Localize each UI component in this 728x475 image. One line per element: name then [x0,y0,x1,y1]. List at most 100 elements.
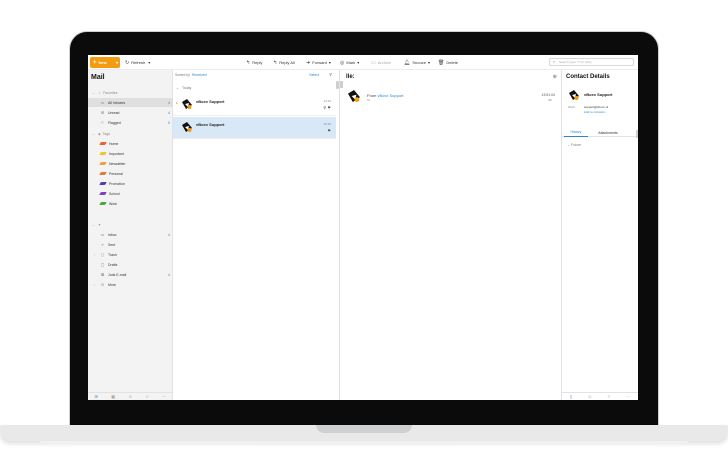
sidebar-footer: ✉ ▦ ☺ ✓ ⋯ [88,392,173,400]
chevron-down-icon: ⌄ [92,91,95,95]
sidebar-item-flagged[interactable]: ⚐ Flagged 0 [88,118,173,127]
calendar-icon[interactable]: ▦ [111,394,115,399]
archive-icon: ▭ [371,59,376,66]
send-icon: ➢ [100,242,105,247]
message-list: Sorted by Received Select ⊽ ⌄ Today ▸ vB… [173,70,340,400]
contact-title: Contact Details [566,74,610,80]
reading-pane: lle: ⊕ From vBoxx Support To 13:51:04 8K [340,70,562,400]
sidebar-title: Mail [91,74,105,81]
refresh-button[interactable]: ↻ Refresh ▾ [125,59,150,66]
chevron-down-icon[interactable]: ▾ [329,60,331,65]
unread-count: 4 [168,272,170,277]
future-section[interactable]: ⌄ Future [567,143,581,147]
reply-icon: ↰ [246,59,251,66]
search-icon: ⌕ [553,59,556,64]
chevron-down-icon: ⌄ [567,143,570,147]
tags-section[interactable]: ⌄ ◈ Tags [92,132,110,136]
group-label: Today [181,86,192,90]
favorites-section[interactable]: ⌄ ☆ Favorites [92,91,117,95]
forward-icon: ➜ [306,59,311,66]
search-input[interactable]: ⌕ Search (type '?' for help) [549,58,634,66]
list-item[interactable]: vBoxx Support 13:20 ⚑ [173,117,336,139]
mail-icon[interactable]: ✉ [95,394,98,399]
sidebar-item-unread[interactable]: ✉ Unread 4 [88,108,173,117]
sidebar-item-tag-newsletter[interactable]: Newsletter [88,159,173,168]
account-section[interactable]: ⌄ ✦ [92,223,101,227]
chevron-down-icon[interactable]: ▾ [428,60,430,65]
inbox-icon: ▭ [100,232,105,237]
sidebar-item-label: Sent [108,242,116,247]
sidebar-item-tag-important[interactable]: Important [88,149,173,158]
sender-link[interactable]: vBoxx Support [377,93,403,98]
list-item[interactable]: ▸ vBoxx Support 14:10 ⚲ ⚑ [173,94,336,116]
delete-button[interactable]: 🗑︎ Delete [438,59,458,66]
search-placeholder: Search (type '?' for help) [559,60,592,64]
product-shot: + New ▾ ↻ Refresh ▾ ↰ Reply ↰ Reply All … [0,0,728,475]
sidebar-item-tag-school[interactable]: School [88,189,173,198]
reply-button[interactable]: ↰ Reply [246,59,262,66]
tasks-icon[interactable]: ✓ [146,394,149,399]
forward-label: Forward [312,60,327,65]
tag-color-icon [99,202,107,205]
chevron-down-icon[interactable]: ▾ [148,60,150,65]
snooze-button[interactable]: 🔔︎ Snooze ▾ [404,59,430,66]
tab-history[interactable]: History [564,128,588,137]
forward-button[interactable]: ➜ Forward ▾ [306,59,331,66]
group-header-today[interactable]: ⌄ Today [173,84,340,92]
chevron-down-icon[interactable]: ▾ [116,60,118,65]
reply-all-button[interactable]: ↰ Reply All [273,59,295,66]
contact-email[interactable]: support@vboxx.nl [584,105,608,109]
more-dots-icon[interactable]: ⋯ [162,394,166,399]
sidebar-item-all-inboxes[interactable]: ▭ All Inboxes 4 [88,98,173,107]
action-icon[interactable]: ⊕ [553,74,557,80]
favorites-label: Favorites [103,91,118,95]
pin-icon: ⚑ [327,128,331,133]
reply-all-icon: ↰ [273,59,278,66]
trash-icon: 🗑︎ [438,59,445,66]
sidebar-item-sent[interactable]: ➢ Sent [88,240,173,249]
envelope-icon: ✉ [100,110,105,115]
sidebar-item-label: Newsletter [109,161,126,166]
contacts-icon[interactable]: ☺ [128,394,132,399]
sidebar-item-tag-promotion[interactable]: Promotion [88,179,173,188]
add-to-contacts-link[interactable]: Add to contacts... [584,110,607,114]
tag-icon: ◈ [97,132,101,136]
sidebar-item-drafts[interactable]: ▢ Drafts [88,260,173,269]
future-label: Future [570,143,582,147]
contact-card-icon[interactable]: ▯ [570,394,572,399]
chevron-down-icon[interactable]: ▾ [357,60,359,65]
tag-icon[interactable]: ◇ [588,394,591,399]
mark-button[interactable]: ◎ Mark ▾ [340,59,359,66]
tag-color-icon [99,192,107,195]
filter-icon[interactable]: ⊽ [329,72,332,77]
sort-field-link[interactable]: Received [192,73,207,77]
chevron-right-icon[interactable]: › [94,283,95,287]
contact-name: vBoxx Support [584,92,613,97]
sidebar-item-tag-personal[interactable]: Personal [88,169,173,178]
unread-count: 4 [168,100,170,105]
sidebar-item-inbox[interactable]: ▭ Inbox 4 [88,230,173,239]
scrollbar[interactable] [340,81,343,88]
laptop-notch [316,425,412,433]
sidebar-item-tag-home[interactable]: Home [88,139,173,148]
sort-bar: Sorted by Received Select ⊽ [173,70,340,79]
tag-color-icon [99,182,107,185]
archive-button[interactable]: ▭ Archive [371,59,391,66]
sidebar-item-tag-work[interactable]: Work [88,199,173,208]
chevron-down-icon: ⌄ [92,132,95,136]
message-time: 13:20 [323,122,331,126]
unread-indicator-icon: ▸ [176,101,178,105]
sidebar-item-junk[interactable]: ⊠ Junk E-mail 4 [88,270,173,279]
new-button[interactable]: + New ▾ [90,57,120,68]
tab-attachments[interactable]: Attachments [590,128,626,137]
flag-icon: ⚐ [100,120,105,125]
mark-icon: ◎ [340,59,345,66]
toolbar: + New ▾ ↻ Refresh ▾ ↰ Reply ↰ Reply All … [88,55,638,70]
sidebar-item-more[interactable]: › ⊙ More [88,280,173,289]
sidebar-item-trash[interactable]: › ▯ Trash [88,250,173,259]
help-icon[interactable]: ? [608,394,610,399]
scrollbar[interactable] [636,130,638,138]
chevron-right-icon[interactable]: › [94,253,95,257]
select-link[interactable]: Select [309,73,319,77]
more-dots-icon[interactable]: ⋯ [626,394,630,399]
